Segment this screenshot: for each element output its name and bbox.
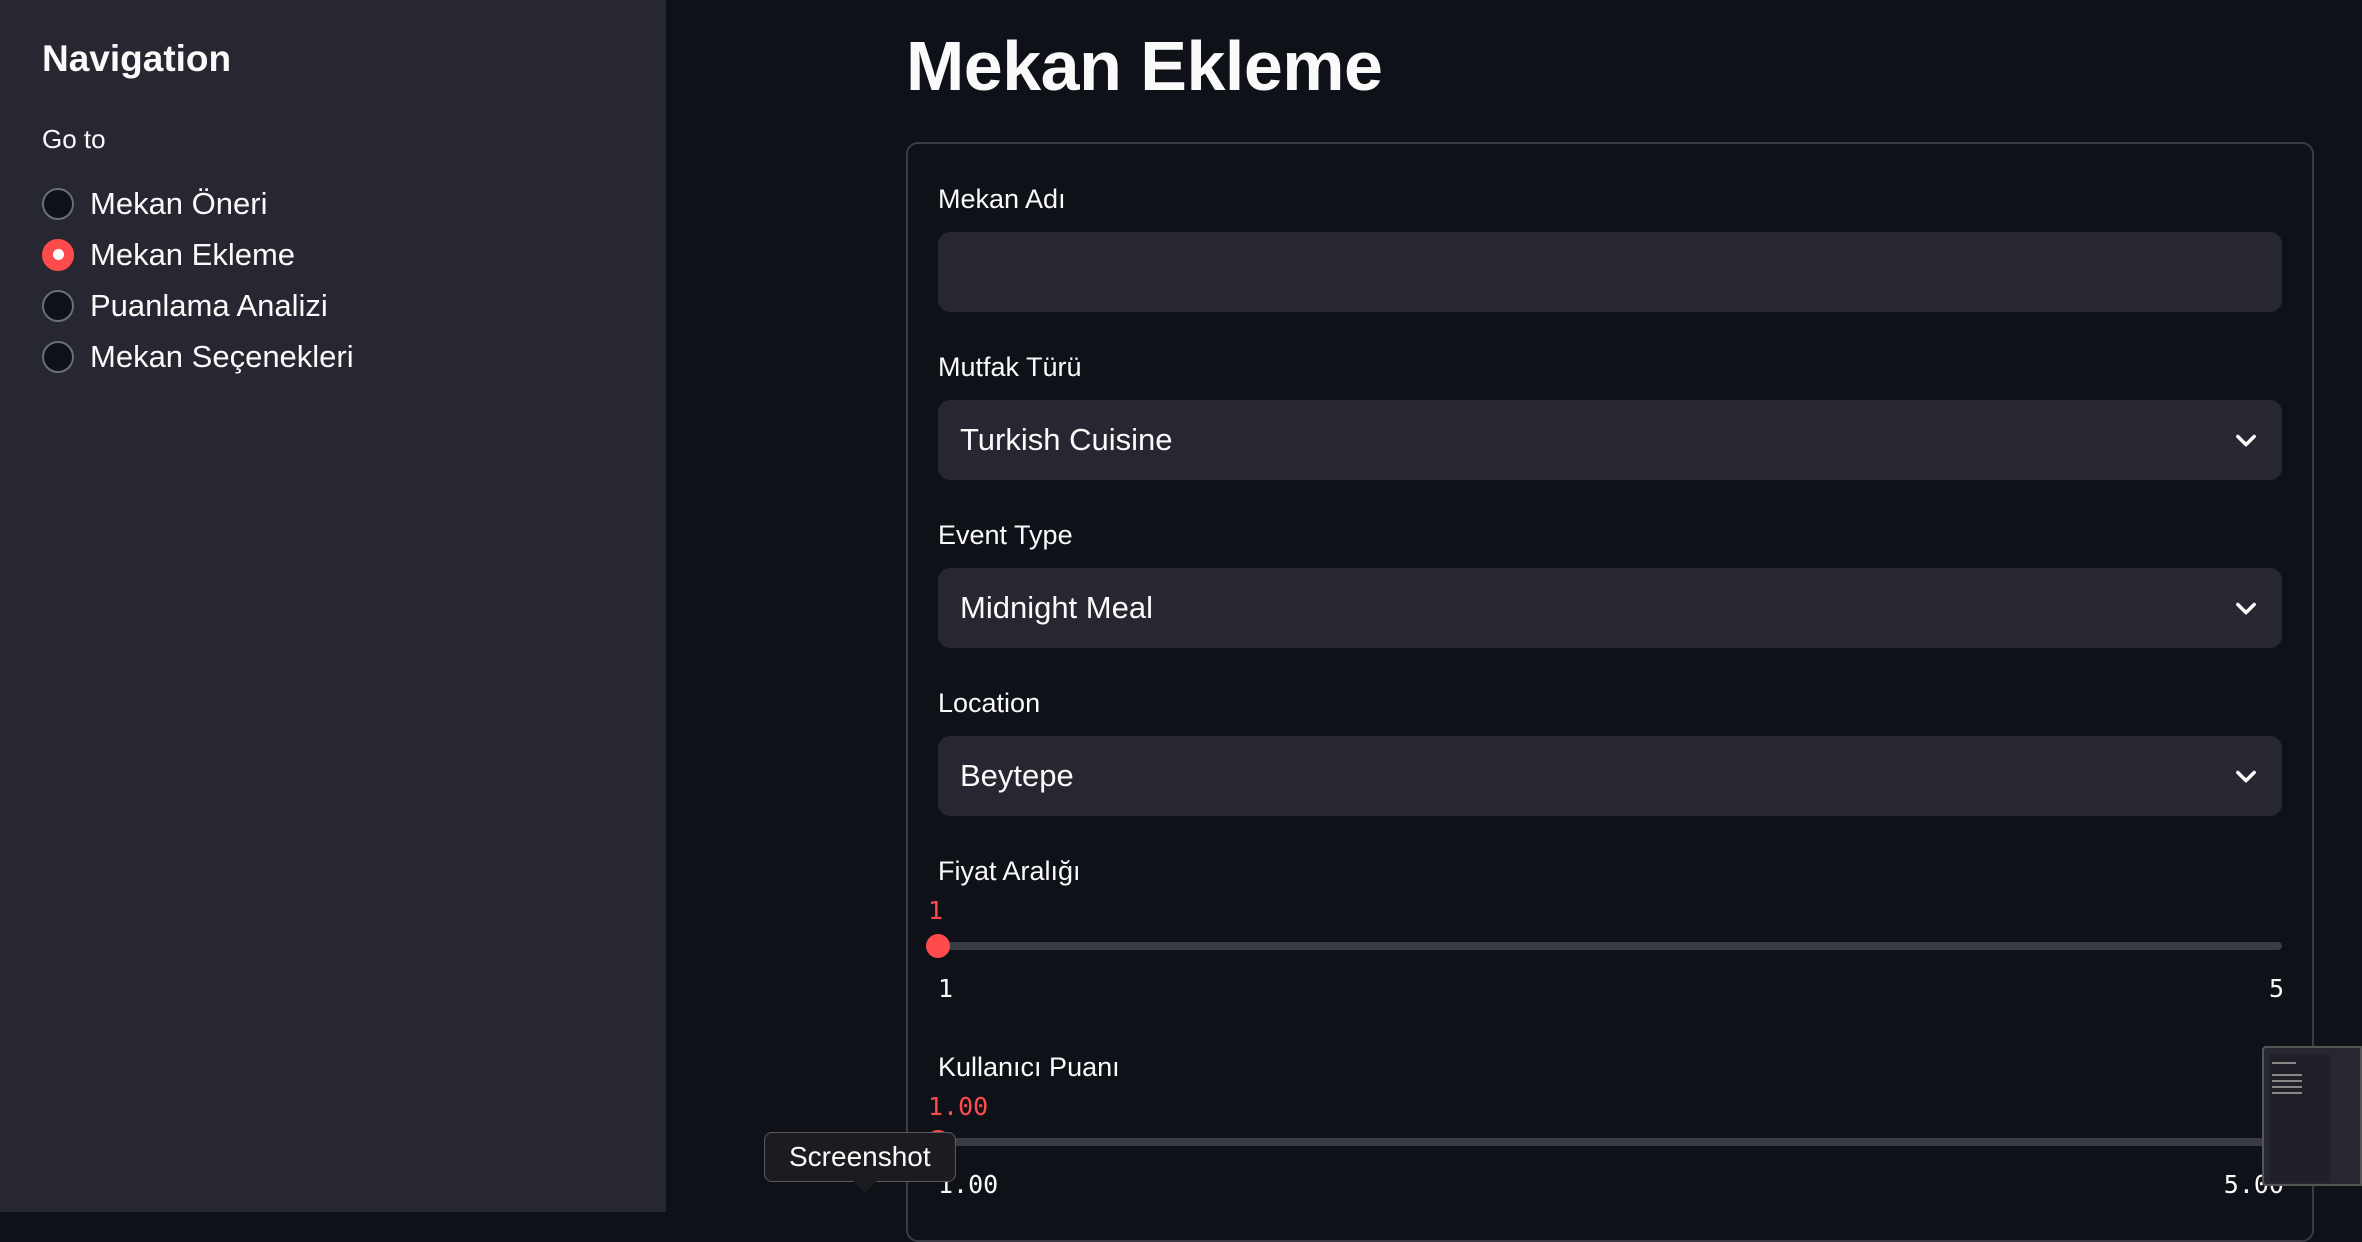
venue-name-input[interactable] bbox=[938, 232, 2282, 312]
thumbnail-line bbox=[2272, 1062, 2296, 1064]
radio-circle-icon[interactable] bbox=[42, 341, 74, 373]
price-slider-min: 1 bbox=[938, 974, 953, 1003]
screenshot-thumbnail[interactable] bbox=[2262, 1046, 2362, 1186]
sidebar-title: Navigation bbox=[42, 38, 231, 80]
event-type-selected-value: Midnight Meal bbox=[960, 590, 1153, 626]
sidebar: Navigation Go to Mekan Öneri Mekan Eklem… bbox=[0, 0, 666, 1212]
radio-option-puanlama-analizi[interactable]: Puanlama Analizi bbox=[42, 280, 354, 331]
radio-option-mekan-oneri[interactable]: Mekan Öneri bbox=[42, 178, 354, 229]
event-type-label: Event Type bbox=[938, 520, 1073, 551]
event-type-select[interactable]: Midnight Meal bbox=[938, 568, 2282, 648]
user-rating-label: Kullanıcı Puanı bbox=[938, 1052, 1120, 1083]
location-select[interactable]: Beytepe bbox=[938, 736, 2282, 816]
rating-slider-track[interactable] bbox=[938, 1138, 2282, 1146]
chevron-down-icon bbox=[2232, 594, 2260, 622]
main-content: Mekan Ekleme Mekan Adı Mutfak Türü Turki… bbox=[666, 0, 2362, 1212]
radio-label: Mekan Seçenekleri bbox=[90, 339, 354, 375]
price-slider-max: 5 bbox=[2269, 974, 2284, 1003]
price-slider-track[interactable] bbox=[938, 942, 2282, 950]
chevron-down-icon bbox=[2232, 426, 2260, 454]
name-label: Mekan Adı bbox=[938, 184, 1066, 215]
radio-option-mekan-secenekleri[interactable]: Mekan Seçenekleri bbox=[42, 331, 354, 382]
price-range-label: Fiyat Aralığı bbox=[938, 856, 1081, 887]
cuisine-selected-value: Turkish Cuisine bbox=[960, 422, 1172, 458]
goto-label: Go to bbox=[42, 124, 106, 155]
navigation-radio-group: Mekan Öneri Mekan Ekleme Puanlama Analiz… bbox=[42, 178, 354, 382]
thumbnail-line bbox=[2272, 1074, 2302, 1076]
radio-label: Mekan Öneri bbox=[90, 186, 267, 222]
radio-circle-checked-icon[interactable] bbox=[42, 239, 74, 271]
thumbnail-line bbox=[2272, 1092, 2302, 1094]
radio-circle-icon[interactable] bbox=[42, 290, 74, 322]
rating-slider-value: 1.00 bbox=[928, 1092, 988, 1121]
radio-option-mekan-ekleme[interactable]: Mekan Ekleme bbox=[42, 229, 354, 280]
chevron-down-icon bbox=[2232, 762, 2260, 790]
location-label: Location bbox=[938, 688, 1040, 719]
price-slider-value: 1 bbox=[928, 896, 943, 925]
cuisine-select[interactable]: Turkish Cuisine bbox=[938, 400, 2282, 480]
radio-label: Puanlama Analizi bbox=[90, 288, 328, 324]
cuisine-label: Mutfak Türü bbox=[938, 352, 1082, 383]
radio-circle-icon[interactable] bbox=[42, 188, 74, 220]
location-selected-value: Beytepe bbox=[960, 758, 1074, 794]
thumbnail-line bbox=[2272, 1086, 2302, 1088]
price-slider-thumb[interactable] bbox=[926, 934, 950, 958]
page-title: Mekan Ekleme bbox=[906, 26, 1382, 106]
thumbnail-line bbox=[2272, 1080, 2302, 1082]
venue-form: Mekan Adı Mutfak Türü Turkish Cuisine Ev… bbox=[906, 142, 2314, 1242]
screenshot-tooltip: Screenshot bbox=[764, 1132, 956, 1182]
radio-label: Mekan Ekleme bbox=[90, 237, 295, 273]
